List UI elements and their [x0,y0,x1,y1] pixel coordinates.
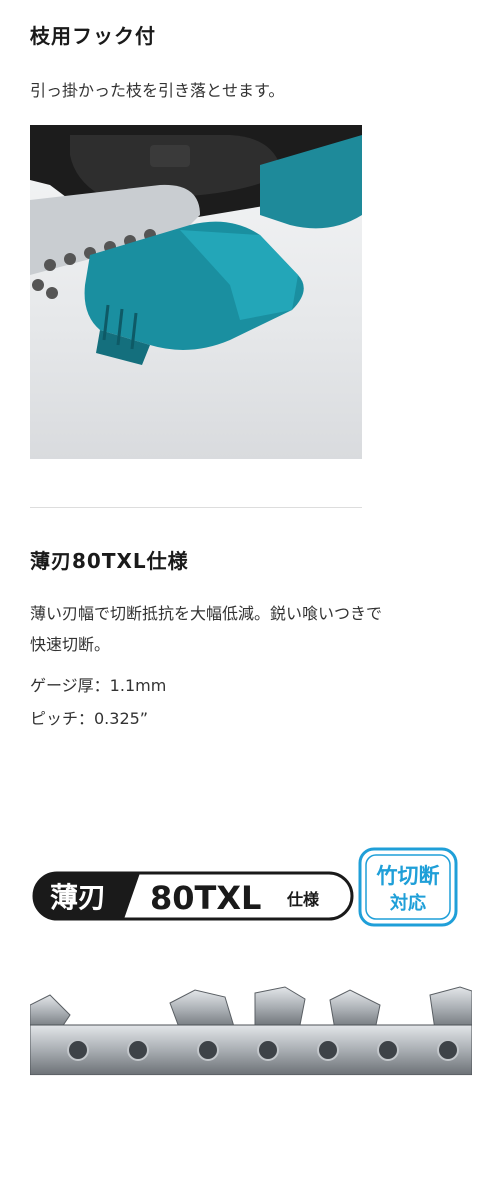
section-divider [30,507,362,508]
hook-description: 引っ掛かった枝を引き落とせます。 [30,81,285,100]
stamp-line1: 竹切断 [376,864,440,888]
hook-heading: 枝用フック付 [30,24,156,48]
pitch-spec: ピッチ：0.325” [30,709,149,728]
badge-left-text: 薄刃 [50,881,106,914]
thin-blade-badge: 薄刃 80TXL 仕様 竹切断 対応 [32,845,472,935]
hook-illustration [30,125,362,365]
hook-photo [30,125,362,459]
gauge-spec: ゲージ厚：1.1mm [30,676,167,695]
saw-chain-photo [30,985,472,1103]
stamp-line2: 対応 [389,892,426,914]
badge-suffix: 仕様 [286,890,320,909]
badge-right-text: 80TXL [150,879,261,917]
saw-chain-illustration [30,985,472,1103]
chain-description-line2: 快速切断。 [30,635,111,654]
chain-description-line1: 薄い刃幅で切断抵抗を大幅低減。鋭い喰いつきで [30,604,383,623]
chain-heading: 薄刃80TXL仕様 [30,549,189,573]
